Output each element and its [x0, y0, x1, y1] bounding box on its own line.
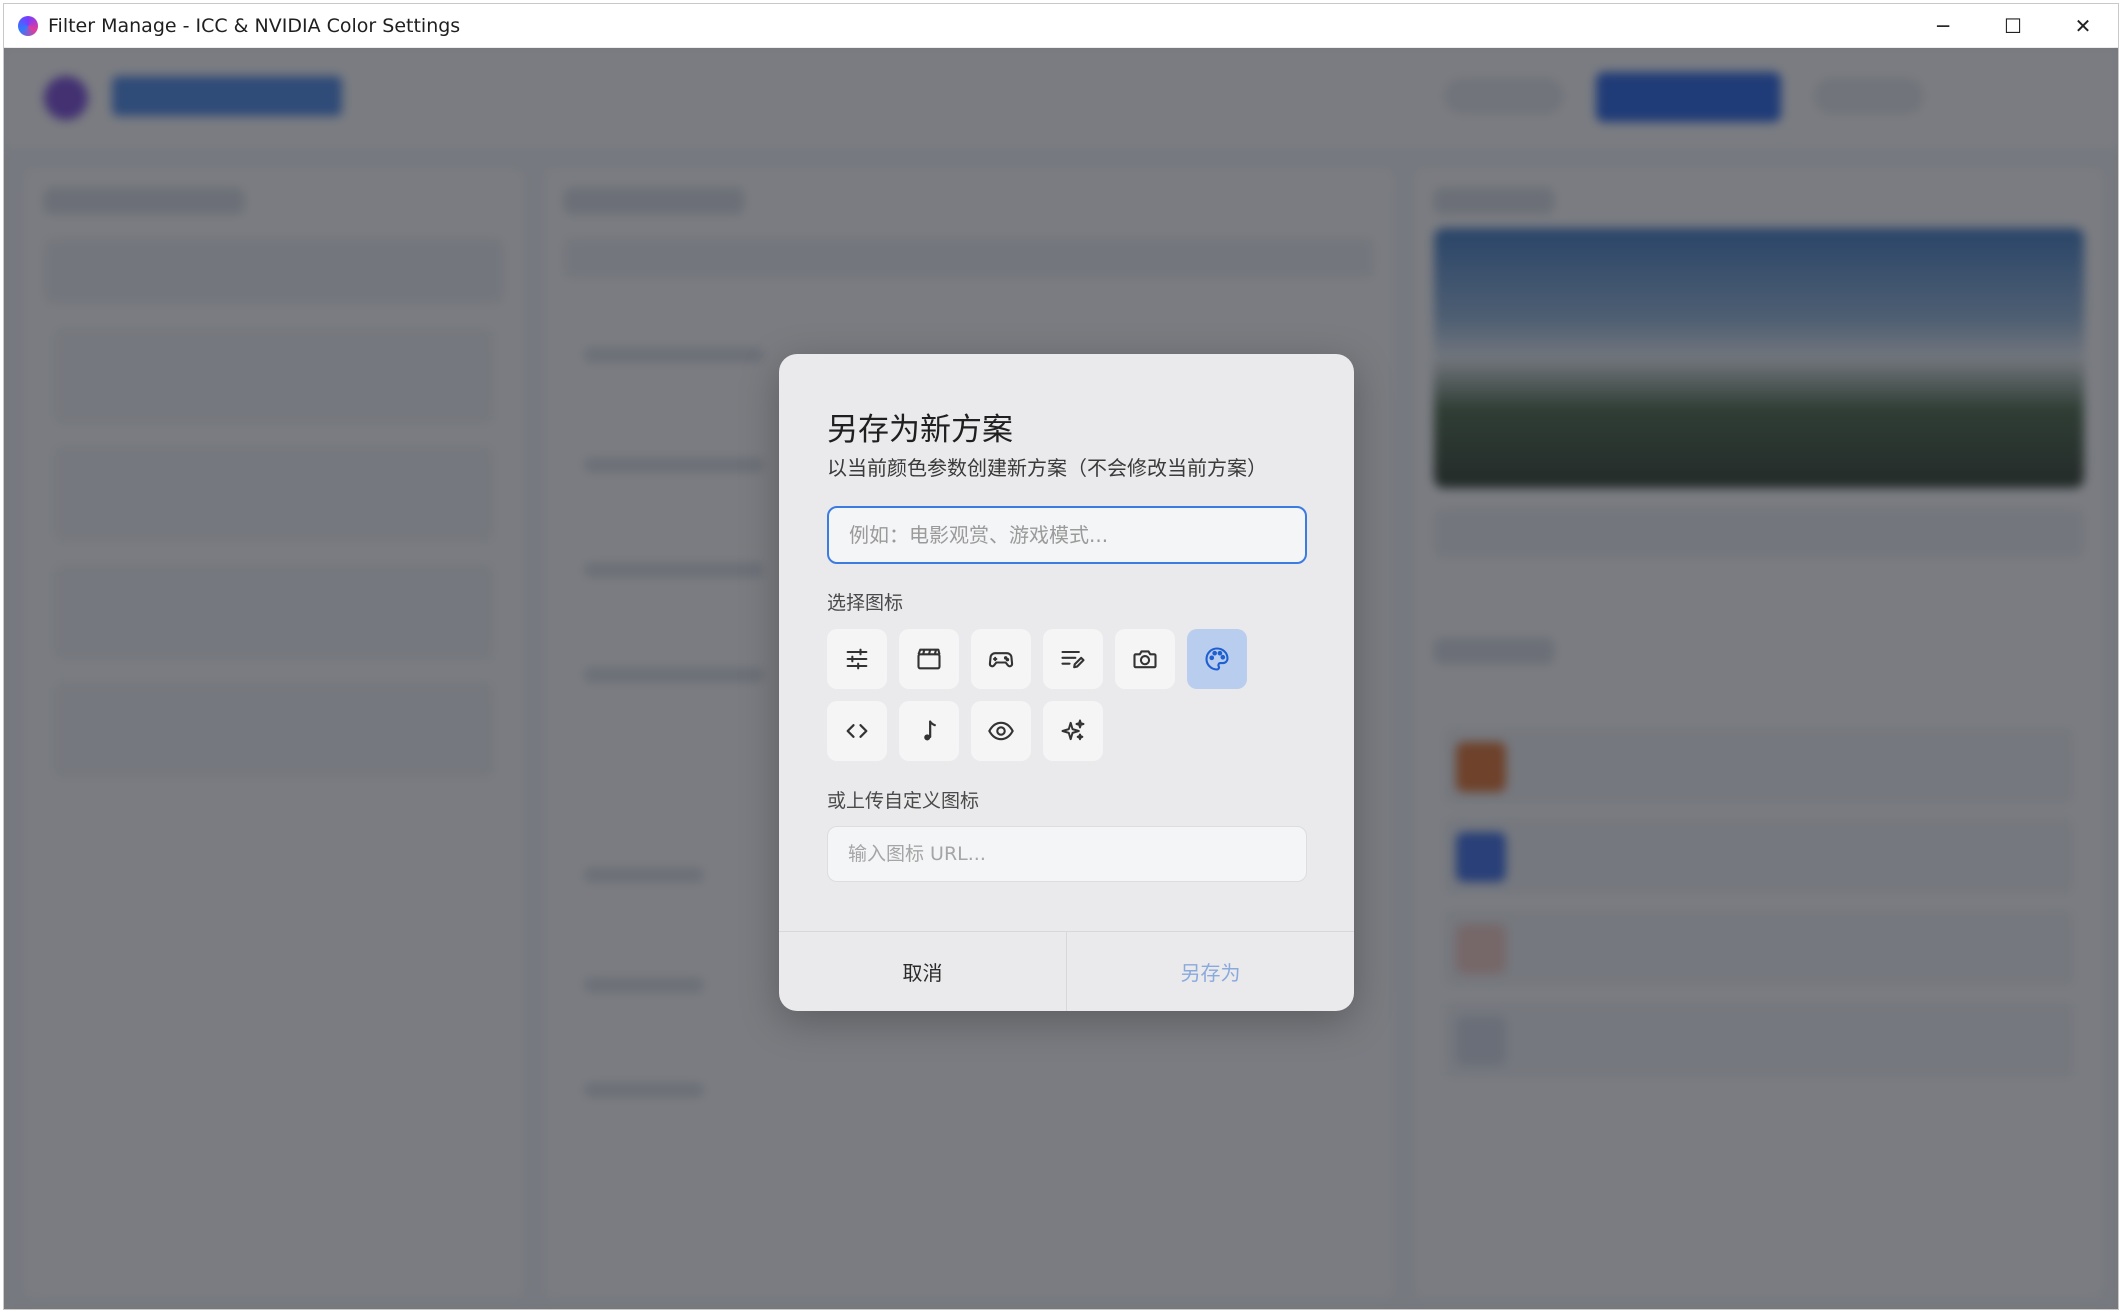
- maximize-button[interactable]: ☐: [1978, 4, 2048, 48]
- close-button[interactable]: ✕: [2048, 4, 2118, 48]
- code-icon[interactable]: [827, 701, 887, 761]
- dialog-subtitle: 以当前颜色参数创建新方案（不会修改当前方案）: [827, 456, 1267, 480]
- palette-icon[interactable]: [1187, 629, 1247, 689]
- edit-list-icon[interactable]: [1043, 629, 1103, 689]
- sliders-icon[interactable]: [827, 629, 887, 689]
- dialog-footer: 取消 另存为: [779, 931, 1354, 1011]
- save-as-dialog: 另存为新方案 以当前颜色参数创建新方案（不会修改当前方案） 选择图标: [779, 354, 1354, 1011]
- scheme-name-input[interactable]: [827, 506, 1307, 564]
- app-window: Filter Manage - ICC & NVIDIA Color Setti…: [3, 3, 2119, 1310]
- save-as-button[interactable]: 另存为: [1067, 932, 1354, 1011]
- music-note-icon[interactable]: [899, 701, 959, 761]
- clapperboard-icon[interactable]: [899, 629, 959, 689]
- icon-section-label: 选择图标: [827, 592, 904, 614]
- window-controls: ─ ☐ ✕: [1908, 4, 2118, 48]
- sparkles-icon[interactable]: [1043, 701, 1103, 761]
- title-bar: Filter Manage - ICC & NVIDIA Color Setti…: [4, 4, 2118, 48]
- window-title: Filter Manage - ICC & NVIDIA Color Setti…: [48, 14, 461, 37]
- dialog-title: 另存为新方案: [827, 412, 1013, 448]
- gamepad-icon[interactable]: [971, 629, 1031, 689]
- camera-icon[interactable]: [1115, 629, 1175, 689]
- icon-url-input[interactable]: [827, 826, 1307, 882]
- minimize-button[interactable]: ─: [1908, 4, 1978, 48]
- custom-icon-label: 或上传自定义图标: [827, 790, 980, 812]
- eye-icon[interactable]: [971, 701, 1031, 761]
- cancel-button[interactable]: 取消: [779, 932, 1067, 1011]
- icon-picker: [827, 629, 1287, 761]
- app-logo-icon: [18, 15, 38, 36]
